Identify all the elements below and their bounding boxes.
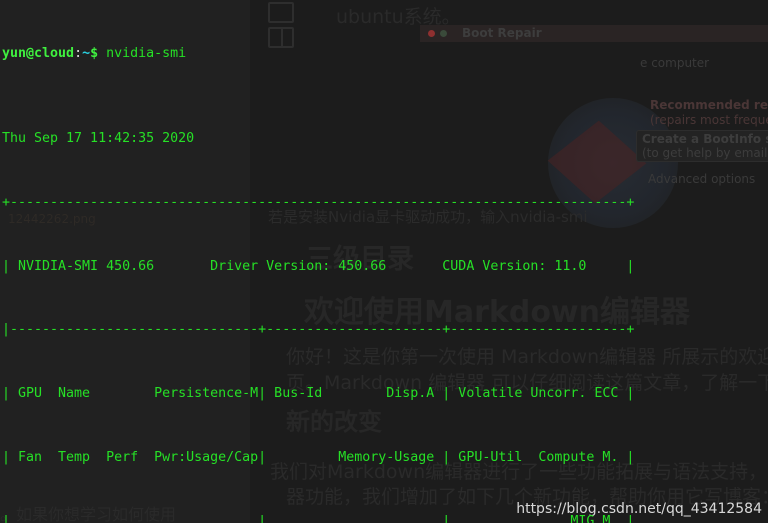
- prompt-colon: :: [74, 45, 83, 61]
- boot-repair-line-0: Recommended repair: [650, 98, 768, 112]
- boot-repair-line-4: Advanced options: [648, 172, 756, 186]
- prompt-path: ~: [82, 45, 91, 61]
- timestamp-line: Thu Sep 17 11:42:35 2020: [2, 130, 195, 146]
- gpu-column-header-3: | | | MIG M. |: [2, 514, 635, 523]
- gpu-column-header-1: | GPU Name Persistence-M| Bus-Id Disp.A …: [2, 386, 635, 402]
- header-border-top: +---------------------------------------…: [2, 194, 635, 210]
- gpu-column-header-2: | Fan Temp Perf Pwr:Usage/Cap| Memory-Us…: [2, 450, 635, 466]
- header-border-mid: |-------------------------------+-------…: [2, 322, 635, 338]
- typed-command: nvidia-smi: [98, 45, 187, 61]
- prompt-line-command: yun@cloud:~$ nvidia-smi: [2, 43, 634, 64]
- terminal-output[interactable]: yun@cloud:~$ nvidia-smi Thu Sep 17 11:42…: [0, 0, 634, 523]
- prompt-user: yun@cloud: [2, 45, 75, 61]
- terminal-screenshot: ubuntu系统。 Boot Repair e computer Recomme…: [0, 0, 768, 523]
- boot-repair-line-1: (repairs most frequent problems): [650, 113, 768, 127]
- smi-version-line: | NVIDIA-SMI 450.66 Driver Version: 450.…: [2, 258, 635, 274]
- boot-repair-line-2: Create a BootInfo summary: [642, 132, 768, 146]
- prompt-dollar: $: [90, 45, 99, 61]
- boot-repair-line-3: (to get help by email or forum): [642, 146, 768, 160]
- boot-repair-hint: e computer: [640, 56, 710, 70]
